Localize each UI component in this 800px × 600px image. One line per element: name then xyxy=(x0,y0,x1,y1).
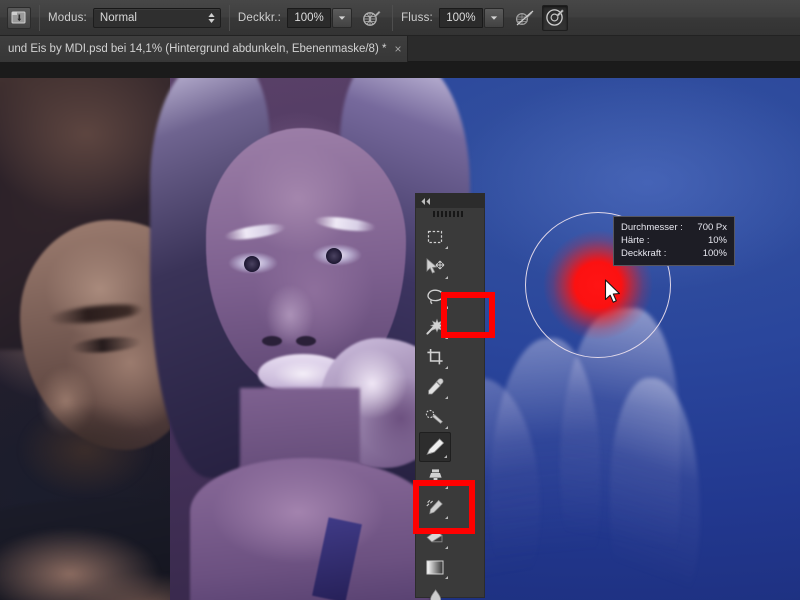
flow-label: Fluss: xyxy=(401,11,433,24)
opacity-value: 100% xyxy=(294,11,324,24)
tool-expand-corner xyxy=(445,426,448,429)
tools-grid: T xyxy=(416,220,484,600)
eyedropper-tool[interactable] xyxy=(419,372,451,402)
tooltip-row: Durchmesser : 700 Px xyxy=(621,221,727,234)
arrow-pointer-icon xyxy=(604,279,621,303)
options-separator-3 xyxy=(392,4,394,31)
flow-value: 100% xyxy=(446,11,476,24)
gradient-tool[interactable] xyxy=(419,552,451,582)
woman-chest xyxy=(190,458,430,600)
blend-mode-value: Normal xyxy=(99,11,137,24)
figure-woman xyxy=(150,78,470,600)
tool-expand-corner xyxy=(445,396,448,399)
highlight-brush-tool xyxy=(441,292,495,338)
flow-dropdown-button[interactable] xyxy=(483,7,504,28)
tablet-pressure-size-icon[interactable] xyxy=(541,4,568,31)
woman-nostril-left xyxy=(262,336,282,346)
mode-label: Modus: xyxy=(48,11,87,24)
tools-panel: T xyxy=(415,193,485,600)
tool-expand-corner xyxy=(445,276,448,279)
airbrush-icon[interactable] xyxy=(358,5,384,31)
panel-grip-icon[interactable] xyxy=(416,208,484,220)
chevron-down-icon xyxy=(490,15,498,20)
blend-mode-select[interactable]: Normal xyxy=(92,7,221,28)
document-tab-bar: und Eis by MDI.psd bei 14,1% (Hintergrun… xyxy=(0,36,800,62)
opacity-label: Deckkr.: xyxy=(237,11,282,24)
tool-expand-corner xyxy=(445,546,448,549)
healing-brush-tool[interactable] xyxy=(419,402,451,432)
woman-pupil-left xyxy=(244,256,260,272)
photoshop-window: Modus: Normal Deckkr.: 100% Fluss: 100% … xyxy=(0,0,800,600)
brush-info-tooltip: Durchmesser : 700 Px Härte : 10% Deckkra… xyxy=(613,216,735,266)
tooltip-key: Härte : xyxy=(621,235,650,246)
brush-tool[interactable] xyxy=(419,432,451,462)
tool-expand-corner xyxy=(444,455,447,458)
tooltip-value: 100% xyxy=(702,248,727,259)
woman-pupil-right xyxy=(326,248,342,264)
crop-tool[interactable] xyxy=(419,342,451,372)
close-icon[interactable]: × xyxy=(394,43,401,55)
brush-preset-icon[interactable] xyxy=(7,6,31,29)
opacity-input[interactable]: 100% xyxy=(287,7,332,28)
updown-arrows-icon xyxy=(208,12,215,23)
tooltip-key: Durchmesser : xyxy=(621,222,683,233)
document-tab[interactable]: und Eis by MDI.psd bei 14,1% (Hintergrun… xyxy=(0,36,409,62)
blur-tool[interactable] xyxy=(419,582,451,600)
tooltip-row: Deckkraft : 100% xyxy=(621,247,727,260)
tools-panel-header[interactable] xyxy=(416,194,484,208)
flow-input[interactable]: 100% xyxy=(438,7,483,28)
tablet-pressure-opacity-icon[interactable] xyxy=(512,5,538,31)
tool-options-bar: Modus: Normal Deckkr.: 100% Fluss: 100% xyxy=(0,0,800,36)
tool-expand-corner xyxy=(445,366,448,369)
document-artwork xyxy=(0,78,800,600)
rectangular-marquee-tool[interactable] xyxy=(419,222,451,252)
document-tab-title: und Eis by MDI.psd bei 14,1% (Hintergrun… xyxy=(8,43,387,55)
move-tool[interactable] xyxy=(419,252,451,282)
tooltip-value: 700 Px xyxy=(697,222,727,233)
tooltip-value: 10% xyxy=(707,235,727,246)
canvas-area[interactable]: Durchmesser : 700 Px Härte : 10% Deckkra… xyxy=(0,62,800,600)
tooltip-row: Härte : 10% xyxy=(621,234,727,247)
tooltip-key: Deckkraft : xyxy=(621,248,667,259)
man-beard xyxy=(0,390,170,510)
double-chevron-left-icon[interactable] xyxy=(420,197,432,206)
tool-expand-corner xyxy=(445,576,448,579)
opacity-dropdown-button[interactable] xyxy=(332,7,353,28)
chevron-down-icon xyxy=(338,15,346,20)
tool-expand-corner xyxy=(445,246,448,249)
woman-nostril-right xyxy=(296,336,316,346)
options-separator-2 xyxy=(228,4,230,31)
highlight-color-swatches xyxy=(413,480,475,534)
options-separator-1 xyxy=(39,4,40,31)
